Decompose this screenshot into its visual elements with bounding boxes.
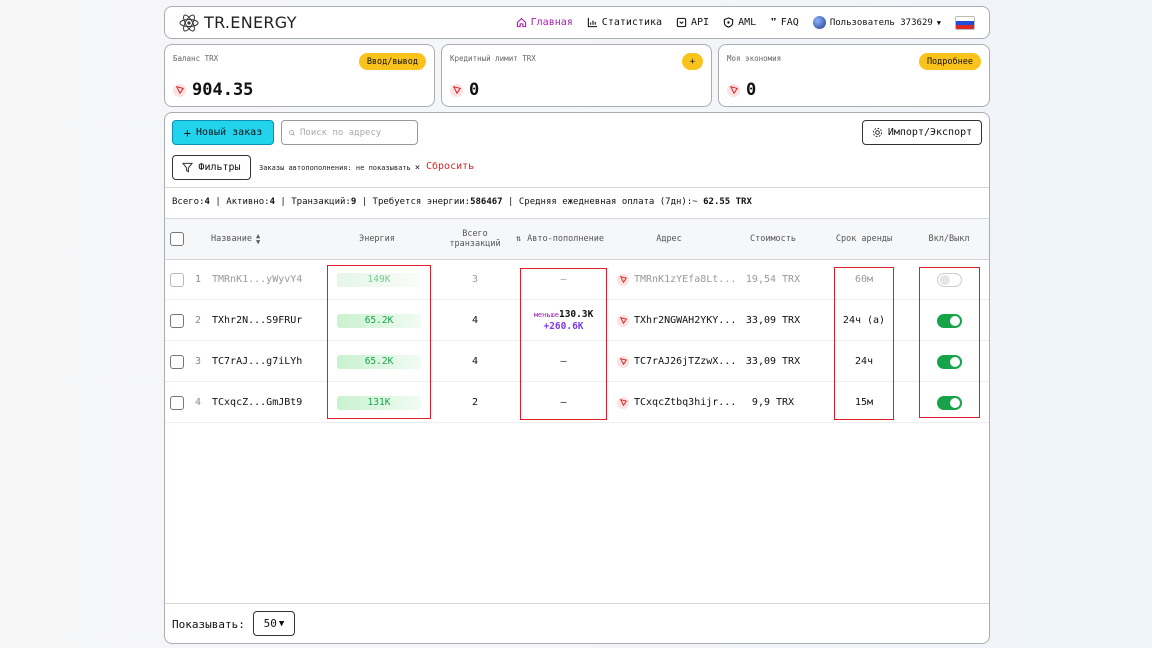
gear-icon	[872, 127, 882, 138]
transactions-count: 2	[471, 397, 479, 408]
transactions-count: 4	[471, 356, 479, 367]
orders-summary: Всего:4 | Активно:4 | Транзакций:9 | Тре…	[172, 197, 752, 207]
row-checkbox[interactable]	[170, 272, 184, 287]
active-filter-tag: Заказы автопополнения: не показывать ×	[259, 163, 421, 173]
highlight-box-auto-refill	[520, 268, 607, 420]
shield-icon	[723, 17, 734, 28]
filters-button[interactable]: Фильтры	[172, 155, 251, 180]
highlight-box-toggle	[919, 267, 980, 418]
cost-value: 9,9 TRX	[751, 397, 795, 408]
nav-item-statistics[interactable]: Статистика	[587, 17, 662, 28]
add-credit-button[interactable]: +	[681, 53, 703, 70]
column-auto-refill: ⇅ Авто-пополнение	[516, 234, 604, 244]
card-label: Моя экономия	[727, 54, 782, 63]
wallet-address[interactable]: TMRnK1zYEfa8Lt...	[634, 274, 736, 285]
tron-icon	[617, 314, 629, 327]
credit-limit-value: 0	[469, 80, 480, 100]
transactions-count: 3	[471, 274, 479, 285]
nav-item-home[interactable]: Главная	[516, 17, 573, 28]
main-nav: Главная Статистика API AML ❞ FAQ Пользов…	[516, 15, 975, 30]
savings-card: Моя экономия Подробнее 0	[718, 44, 990, 107]
filter-icon	[182, 162, 194, 173]
row-number: 3	[195, 356, 202, 367]
row-checkbox[interactable]	[170, 395, 184, 410]
balance-value: 904.35	[192, 80, 254, 100]
highlight-box-energy	[327, 265, 431, 419]
close-icon[interactable]: ×	[415, 163, 420, 173]
address-search[interactable]	[281, 120, 418, 145]
tron-icon	[450, 83, 463, 97]
row-number: 1	[195, 274, 202, 285]
tron-icon	[617, 396, 629, 409]
brand-name: TR.ENERGY	[204, 13, 297, 32]
column-toggle: Вкл/Выкл	[928, 234, 970, 244]
wallet-address[interactable]: TXhr2NGWAH2YKY...	[634, 315, 736, 326]
sort-icon: ⇅	[516, 234, 522, 244]
cost-value: 19,54 TRX	[745, 274, 801, 285]
avatar	[812, 16, 826, 29]
select-all-checkbox[interactable]	[170, 232, 184, 246]
search-icon	[289, 129, 295, 136]
top-navbar: TR.ENERGY Главная Статистика API AML ❞ F…	[164, 6, 990, 39]
order-name[interactable]: TC7rAJ...g7iLYh	[212, 341, 302, 382]
tron-icon	[617, 273, 629, 286]
caret-down-icon: ▼	[278, 618, 285, 629]
api-icon	[676, 17, 687, 28]
row-checkbox[interactable]	[170, 313, 184, 328]
search-input[interactable]	[300, 127, 410, 138]
sort-icon: ▲ ▼	[255, 232, 261, 246]
language-flag-ru[interactable]	[955, 15, 975, 30]
nav-item-aml[interactable]: AML	[723, 17, 756, 28]
column-address: Адрес	[656, 234, 682, 244]
new-order-button[interactable]: + Новый заказ	[172, 120, 274, 145]
order-name[interactable]: TMRnK1...yWyvY4	[212, 259, 302, 300]
page-size-label: Показывать:	[172, 618, 245, 631]
column-term: Срок аренды	[835, 234, 893, 244]
credit-limit-card: Кредитный лимит TRX + 0	[441, 44, 712, 107]
brand-logo[interactable]: TR.ENERGY	[179, 13, 297, 33]
home-icon	[516, 17, 526, 28]
highlight-box-term	[834, 267, 894, 420]
caret-down-icon: ▼	[936, 18, 941, 27]
cost-value: 33,09 TRX	[745, 315, 801, 326]
order-name[interactable]: TCxqcZ...GmJBt9	[212, 382, 302, 423]
card-label: Баланс TRX	[173, 54, 219, 63]
transactions-count: 4	[471, 315, 479, 326]
details-button[interactable]: Подробнее	[918, 53, 981, 70]
tron-icon	[617, 355, 629, 368]
balance-card: Баланс TRX Ввод/вывод 904.35	[164, 44, 435, 107]
plus-icon: +	[183, 125, 191, 140]
row-number: 4	[195, 397, 202, 408]
row-number: 2	[195, 315, 202, 326]
deposit-withdraw-button[interactable]: Ввод/вывод	[358, 53, 426, 70]
chart-icon	[587, 17, 597, 28]
page-size-select[interactable]: 50 ▼	[253, 611, 295, 636]
nav-item-api[interactable]: API	[676, 17, 709, 28]
import-export-button[interactable]: Импорт/Экспорт	[862, 120, 982, 145]
savings-value: 0	[746, 80, 757, 100]
user-menu[interactable]: Пользователь 373629 ▼	[812, 16, 941, 29]
table-header: Название ▲ ▼ Энергия Всего транзакций ⇅ А…	[165, 218, 989, 260]
nav-item-faq[interactable]: ❞ FAQ	[770, 16, 799, 29]
cost-value: 33,09 TRX	[745, 356, 801, 367]
order-name[interactable]: TXhr2N...S9FRUr	[212, 300, 302, 341]
quote-icon: ❞	[770, 16, 777, 29]
atom-logo-icon	[179, 14, 199, 31]
reset-filters-link[interactable]: Сбросить	[426, 161, 474, 172]
wallet-address[interactable]: TCxqcZtbq3hijr...	[634, 397, 736, 408]
tron-icon	[173, 83, 186, 97]
column-energy: Энергия	[359, 234, 395, 244]
card-label: Кредитный лимит TRX	[450, 54, 536, 63]
orders-panel: + Новый заказ Импорт/Экспорт Фильтры Зак…	[164, 112, 990, 644]
column-cost: Стоимость	[749, 234, 797, 244]
column-name[interactable]: Название ▲ ▼	[211, 218, 260, 260]
user-name: Пользователь 373629	[829, 17, 933, 28]
tron-icon	[727, 83, 740, 97]
wallet-address[interactable]: TC7rAJ26jTZzwX...	[634, 356, 736, 367]
row-checkbox[interactable]	[170, 354, 184, 369]
